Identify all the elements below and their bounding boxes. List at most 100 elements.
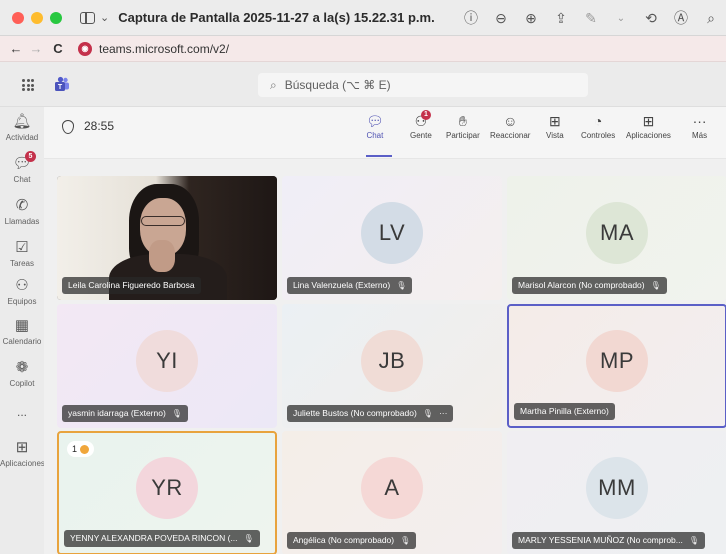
- zoom-out-icon[interactable]: ⊖: [492, 10, 510, 27]
- avatar: LV: [361, 202, 423, 265]
- mic-muted-icon: 🎙︎: [422, 409, 433, 418]
- rail-item-copilot[interactable]: ❁ Copilot: [0, 359, 44, 388]
- participant-tile-active-speaker[interactable]: 1 YR YENNY ALEXANDRA POVEDA RINCON (... 🎙…: [57, 431, 277, 554]
- participant-tile[interactable]: MA Marisol Alarcon (No comprobado) 🎙︎: [507, 176, 726, 300]
- bell-icon: 🔔︎: [12, 113, 32, 130]
- chat-icon: 💬︎: [366, 113, 384, 129]
- participant-name-tag: Marisol Alarcon (No comprobado) 🎙︎: [512, 277, 667, 294]
- view-icon: ⊞: [548, 113, 561, 129]
- rail-item-actividad[interactable]: 🔔︎ Actividad: [0, 113, 44, 142]
- raise-hand-icon: [80, 444, 90, 454]
- markup-chevron-icon[interactable]: ⌄: [612, 13, 630, 24]
- rail-item-more[interactable]: ...: [0, 403, 44, 423]
- more-icon: ...: [16, 405, 27, 419]
- react-button[interactable]: ☺ Reaccionar: [490, 112, 530, 140]
- participant-more-icon[interactable]: ···: [439, 405, 448, 422]
- apps-button[interactable]: ⊞ Aplicaciones: [626, 112, 671, 140]
- svg-text:T: T: [58, 84, 63, 91]
- participant-tile[interactable]: LV Lina Valenzuela (Externo) 🎙︎: [282, 176, 502, 300]
- more-button[interactable]: ··· Más: [692, 112, 707, 140]
- back-icon[interactable]: ←: [6, 41, 26, 56]
- raised-hand-badge: 1: [67, 441, 95, 457]
- zoom-in-icon[interactable]: ⊕: [522, 10, 540, 27]
- mic-muted-icon: 🎙︎: [396, 281, 407, 290]
- people-button[interactable]: ⚇ 1 Gente: [410, 110, 432, 140]
- rail-item-tareas[interactable]: ☑ Tareas: [0, 239, 44, 268]
- more-icon: ···: [692, 113, 707, 129]
- search-placeholder: Búsqueda (⌥ ⌘ E): [284, 78, 391, 92]
- participant-name-tag: Martha Pinilla (Externo): [514, 403, 615, 420]
- participant-tile-video[interactable]: Leila Carolina Figueredo Barbosa: [57, 176, 277, 300]
- controls-button[interactable]: ◔ Controles: [581, 112, 615, 140]
- meeting-info-shield-icon[interactable]: [62, 120, 74, 134]
- search-icon[interactable]: ⌕: [702, 10, 720, 27]
- participant-tile[interactable]: JB Juliette Bustos (No comprobado) 🎙︎ ···: [282, 304, 502, 428]
- chat-button[interactable]: 💬︎ Chat: [366, 112, 384, 140]
- meeting-timer: 28:55: [84, 119, 115, 133]
- url-field[interactable]: teams.microsoft.com/v2/: [99, 42, 229, 56]
- window-controls: [12, 11, 62, 24]
- app-launcher-icon[interactable]: [22, 79, 34, 91]
- rail-item-equipos[interactable]: ⚇ Equipos: [0, 277, 44, 306]
- emoji-icon: ☺: [503, 113, 518, 129]
- teams-header: T ⌕ Búsqueda (⌥ ⌘ E): [0, 62, 726, 107]
- minimize-window-button[interactable]: [31, 11, 43, 24]
- participant-name-tag: yasmin idarraga (Externo) 🎙︎: [62, 405, 188, 422]
- participant-tile[interactable]: YI yasmin idarraga (Externo) 🎙︎: [57, 304, 277, 428]
- share-icon[interactable]: ⇪: [552, 10, 570, 27]
- teams-icon: ⚇: [15, 277, 29, 294]
- window-title: Captura de Pantalla 2025-11-27 a la(s) 1…: [118, 10, 435, 25]
- participant-tile[interactable]: MM MARLY YESSENIA MUÑOZ (No comprob... 🎙︎: [507, 431, 726, 554]
- zoom-window-button[interactable]: [50, 11, 62, 24]
- avatar: YR: [136, 457, 198, 520]
- avatar: YI: [136, 330, 198, 393]
- rail-item-llamadas[interactable]: ✆ Llamadas: [0, 197, 44, 226]
- chevron-down-icon[interactable]: ⌄: [100, 11, 109, 24]
- people-badge: 1: [421, 110, 431, 120]
- close-window-button[interactable]: [12, 11, 24, 24]
- reload-icon[interactable]: C: [48, 41, 68, 56]
- forward-icon[interactable]: →: [26, 41, 46, 56]
- unread-badge: 5: [25, 151, 36, 162]
- rail-item-aplicaciones[interactable]: ⊞ Aplicaciones: [0, 439, 45, 468]
- copilot-icon: ❁: [15, 359, 29, 376]
- view-button[interactable]: ⊞ Vista: [546, 112, 564, 140]
- participant-name-tag: Lina Valenzuela (Externo) 🎙︎: [287, 277, 413, 294]
- people-icon: ⚇ 1: [410, 110, 432, 131]
- chat-label: Chat: [366, 131, 384, 140]
- rail-item-label: Calendario: [2, 337, 42, 346]
- mic-muted-icon: 🎙︎: [400, 536, 411, 545]
- search-input[interactable]: ⌕ Búsqueda (⌥ ⌘ E): [258, 73, 588, 97]
- info-icon[interactable]: ⓘ: [462, 8, 480, 28]
- rail-item-label: Tareas: [9, 259, 34, 268]
- mic-muted-icon: 🎙︎: [171, 409, 182, 418]
- meeting-stage: Leila Carolina Figueredo Barbosa LV Lina…: [44, 159, 726, 554]
- calendar-icon: ▦: [14, 317, 30, 334]
- mic-muted-icon: 🎙︎: [243, 534, 254, 543]
- meeting-toolbar: 28:55 💬︎ Chat ⚇ 1 Gente ✋︎ Participar ☺ R…: [44, 107, 726, 159]
- react-label: Reaccionar: [490, 131, 531, 140]
- raise-hand-button[interactable]: ✋︎ Participar: [446, 112, 480, 140]
- rail-item-chat[interactable]: 💬︎ 5 Chat: [0, 151, 44, 184]
- participant-tile-focused[interactable]: MP Martha Pinilla (Externo): [507, 304, 726, 428]
- rail-item-label: Aplicaciones: [0, 459, 45, 468]
- avatar: MM: [586, 457, 648, 520]
- markup-pen-icon[interactable]: ✎: [582, 10, 600, 27]
- avatar: MA: [586, 202, 648, 265]
- avatar: A: [361, 457, 423, 520]
- controls-label: Controles: [581, 131, 616, 140]
- mic-muted-icon: 🎙︎: [650, 281, 661, 290]
- sidebar-toggle-icon[interactable]: [80, 11, 95, 24]
- rail-item-label: Chat: [13, 175, 31, 184]
- participant-name-tag: Leila Carolina Figueredo Barbosa: [62, 277, 201, 294]
- rail-item-calendario[interactable]: ▦ Calendario: [0, 317, 44, 346]
- preview-toolbar: ⓘ ⊖ ⊕ ⇪ ✎ ⌄ ⟲ Ⓐ ⌕: [462, 0, 720, 36]
- participant-tile[interactable]: A Angélica (No comprobado) 🎙︎: [282, 431, 502, 554]
- avatar: MP: [586, 330, 648, 393]
- rotate-icon[interactable]: ⟲: [642, 10, 660, 27]
- rail-item-label: Equipos: [7, 297, 37, 306]
- annotate-icon[interactable]: Ⓐ: [672, 8, 690, 28]
- mic-muted-icon: 🎙︎: [688, 536, 700, 545]
- more-label: Más: [692, 131, 708, 140]
- search-icon: ⌕: [270, 77, 277, 92]
